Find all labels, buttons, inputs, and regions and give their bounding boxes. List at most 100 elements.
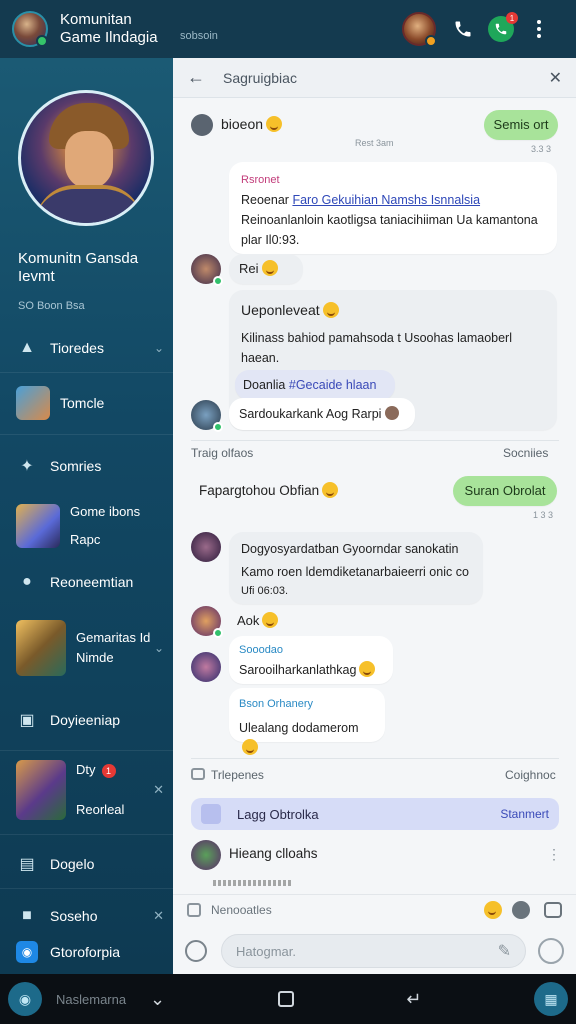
message-bubble[interactable]: Rsronet Reoenar Faro Gekuihian Namshs Is… bbox=[229, 162, 557, 254]
avatar[interactable] bbox=[191, 606, 223, 638]
attach-icon[interactable] bbox=[185, 940, 207, 962]
pen-icon[interactable]: ✎ bbox=[498, 941, 511, 961]
phone-icon bbox=[455, 21, 471, 37]
phone-call-button[interactable] bbox=[450, 16, 476, 42]
chevron-down-icon[interactable]: ⌄ bbox=[154, 641, 164, 655]
thread-action[interactable]: Stanmert bbox=[500, 807, 549, 821]
avatar[interactable] bbox=[191, 652, 221, 682]
sidebar-item-1[interactable]: Tomcle bbox=[16, 386, 164, 420]
composer-label: Nenooatles bbox=[211, 902, 272, 917]
card-icon: ▤ bbox=[19, 856, 35, 873]
avatar[interactable] bbox=[191, 400, 223, 432]
emoji-icon bbox=[359, 661, 376, 677]
sidebar-item-8[interactable]: ▤ Dogelo bbox=[16, 850, 164, 878]
recents-icon[interactable] bbox=[277, 991, 294, 1007]
game-thumb-icon bbox=[16, 386, 50, 420]
message-input[interactable]: Hatogmar. ✎ bbox=[221, 934, 526, 968]
avatar[interactable] bbox=[191, 840, 221, 870]
avatar-mini-icon bbox=[384, 406, 399, 420]
game-thumb-icon bbox=[16, 760, 66, 820]
square-icon: ▣ bbox=[19, 712, 35, 729]
house-icon[interactable] bbox=[187, 902, 201, 917]
smiley-icon[interactable] bbox=[538, 938, 564, 964]
close-icon[interactable]: ✕ bbox=[153, 908, 164, 924]
emoji-icon[interactable] bbox=[484, 900, 502, 919]
close-icon[interactable]: ✕ bbox=[153, 782, 164, 798]
community-logo[interactable] bbox=[12, 11, 48, 47]
community-name: Komunitn Gansda Ievmt bbox=[18, 250, 139, 285]
sidebar: Komunitn Gansda Ievmt SO Boon Bsa ▲ Tior… bbox=[0, 58, 173, 974]
feather-icon bbox=[191, 114, 213, 136]
message-bubble-outgoing[interactable]: Semis ort bbox=[484, 110, 558, 140]
sidebar-item-9[interactable]: ■ Soseho ✕ bbox=[16, 902, 164, 930]
twitter-icon: ✦ bbox=[20, 458, 34, 475]
emoji-icon bbox=[261, 260, 278, 276]
emoji-icon bbox=[322, 482, 339, 498]
more-vertical-icon bbox=[537, 20, 541, 38]
highlighted-thread[interactable]: Lagg Obtrolka Stanmert bbox=[191, 798, 559, 830]
message-text: Aok bbox=[237, 612, 279, 628]
back-icon[interactable]: ↵ bbox=[406, 989, 421, 1010]
app-subtitle: sobsoin bbox=[180, 30, 218, 42]
image-icon bbox=[191, 768, 205, 780]
message-link[interactable]: Faro Gekuihian Namshs Isnnalsia bbox=[292, 193, 480, 207]
call-icon bbox=[495, 23, 507, 35]
chevron-down-icon[interactable]: ⌄ bbox=[154, 341, 164, 355]
app-root: Komunitan Game Ilndagia sobsoin 1 Komuni… bbox=[0, 0, 576, 1024]
sticker-icon[interactable] bbox=[512, 900, 530, 919]
sender-tag: Bson Orhanery bbox=[239, 698, 313, 710]
calendar-icon: ▦ bbox=[544, 990, 558, 1007]
more-menu-button[interactable] bbox=[526, 16, 552, 42]
message-bubble[interactable]: Bson Orhanery Ulealang dodamerom bbox=[229, 688, 385, 755]
nav-label: Naslemarna bbox=[56, 991, 127, 1007]
composer-toolbar: Nenooatles bbox=[173, 894, 576, 924]
home-icon: ◉ bbox=[18, 990, 32, 1007]
message-bubble[interactable]: Dogyosyardatban Gyoorndar sanokatin Kamo… bbox=[229, 532, 483, 604]
system-nav-bar: ◉ Naslemarna ⌄ ↵ ▦ bbox=[0, 974, 576, 1024]
notification-badge: 1 bbox=[101, 763, 116, 778]
message-bubble[interactable]: Sooodao Sarooilharkanlathkag bbox=[229, 636, 393, 684]
emoji-icon bbox=[242, 739, 258, 755]
back-arrow-icon[interactable]: ← bbox=[187, 67, 205, 88]
avatar[interactable] bbox=[191, 254, 223, 286]
game-thumb-icon bbox=[16, 620, 66, 676]
sidebar-item-2[interactable]: ✦ Somries bbox=[16, 452, 164, 480]
chat-header: ← Sagruigbiac ✕ bbox=[173, 58, 576, 98]
sidebar-item-5[interactable]: Gemaritas Id Nimde ⌄ bbox=[16, 620, 164, 676]
avatar[interactable] bbox=[191, 532, 221, 562]
voice-call-button[interactable]: 1 bbox=[488, 12, 518, 42]
sidebar-item-3[interactable]: Gome ibons Rapc bbox=[16, 498, 164, 554]
message-time: 3.3 3 bbox=[531, 144, 552, 154]
message-text: bioeon bbox=[221, 116, 283, 132]
sidebar-item-7[interactable]: Dty 1 Reorleal ✕ bbox=[16, 760, 164, 820]
call-badge: 1 bbox=[506, 12, 518, 24]
top-bar: Komunitan Game Ilndagia sobsoin 1 bbox=[0, 0, 576, 58]
app-icon: ◉ bbox=[16, 941, 38, 963]
message-time: 1 3 3 bbox=[533, 510, 554, 520]
close-icon[interactable]: ✕ bbox=[549, 68, 562, 88]
gif-icon[interactable] bbox=[544, 901, 562, 918]
message-bubble[interactable]: Rei bbox=[229, 254, 303, 284]
section-label[interactable]: Socniies bbox=[503, 446, 548, 460]
sidebar-item-0[interactable]: ▲ Tioredes ⌄ bbox=[16, 334, 164, 362]
home-app-button[interactable]: ◉ bbox=[8, 982, 42, 1016]
community-hero-image[interactable] bbox=[18, 90, 154, 226]
status-dot bbox=[425, 35, 437, 47]
message-time: Rest 3am bbox=[355, 138, 394, 148]
calendar-button[interactable]: ▦ bbox=[534, 982, 569, 1016]
group-icon: ● bbox=[22, 573, 32, 590]
message-bubble[interactable]: Sardoukarkank Aog Rarpi bbox=[229, 398, 415, 430]
online-indicator bbox=[36, 35, 48, 47]
section-label[interactable]: Coighnoc bbox=[505, 768, 556, 782]
chevron-down-icon[interactable]: ⌄ bbox=[150, 989, 165, 1010]
message-bubble-outgoing[interactable]: Suran Obrolat bbox=[453, 476, 557, 506]
message-text: Hieang clloahs bbox=[229, 846, 318, 861]
quoted-reply[interactable]: Doanlia #Gecaide hlaan bbox=[235, 370, 395, 400]
more-vertical-icon[interactable]: ⋮ bbox=[547, 846, 561, 863]
sidebar-item-10[interactable]: ◉ Gtoroforpia bbox=[16, 938, 164, 966]
user-avatar[interactable] bbox=[402, 12, 437, 47]
sidebar-item-4[interactable]: ● Reoneemtian bbox=[16, 568, 164, 596]
app-title: Komunitan Game Ilndagia bbox=[60, 11, 158, 46]
sidebar-item-6[interactable]: ▣ Doyieeniap bbox=[16, 706, 164, 734]
section-label: Traig olfaos bbox=[191, 446, 254, 460]
